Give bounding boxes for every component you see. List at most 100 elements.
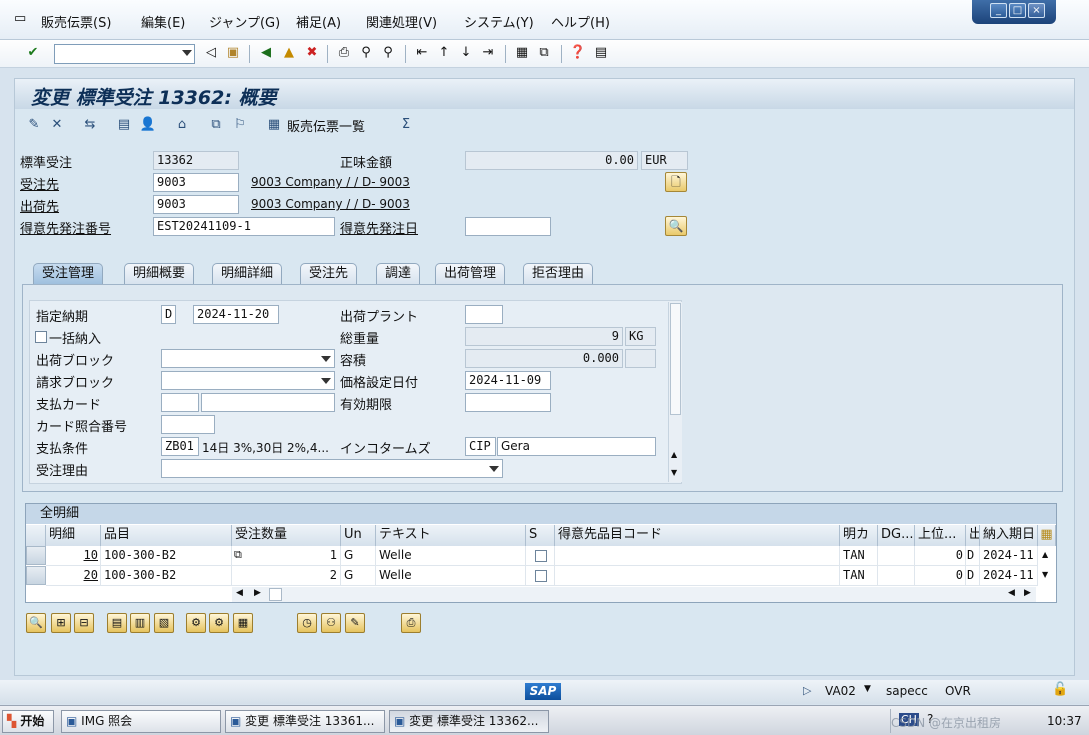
sold-to-name[interactable]: 9003 Company / / D- 9003 — [251, 175, 410, 189]
item-higher-level[interactable]: 0 — [915, 546, 966, 566]
document-flow-icon[interactable]: ⇆ — [81, 116, 99, 134]
req-deliv-date-field[interactable]: 2024-11-20 — [193, 305, 279, 324]
col-row-selector[interactable] — [26, 525, 46, 546]
last-page-icon[interactable]: ⇥ — [479, 44, 497, 62]
po-number-field[interactable]: EST20241109-1 — [153, 217, 335, 236]
item-number[interactable]: 20 — [46, 566, 101, 586]
lock-icon[interactable]: 🔓 — [1052, 682, 1068, 697]
item-deliv-date[interactable]: 2024-11 — [980, 566, 1038, 586]
partner-icon[interactable]: ⚇ — [321, 613, 341, 633]
req-deliv-date-type-field[interactable]: D — [161, 305, 176, 324]
header-icon[interactable]: ▤ — [115, 116, 133, 134]
po-date-field[interactable] — [465, 217, 551, 236]
sum-icon[interactable]: Σ — [397, 116, 415, 134]
tab-item-overview[interactable]: 明細概要 — [124, 263, 195, 284]
command-field[interactable] — [54, 44, 195, 64]
chevron-down-icon[interactable] — [321, 356, 331, 362]
menu-environment[interactable]: 関連処理(V) — [366, 12, 437, 31]
column-settings-icon[interactable]: ▦ — [1038, 525, 1056, 546]
save-icon[interactable]: ▣ — [224, 44, 242, 62]
col-quantity[interactable]: 受注数量 — [232, 525, 341, 546]
item-text[interactable]: Welle — [376, 546, 526, 566]
po-number-label[interactable]: 得意先発注番号 — [20, 218, 111, 237]
task-img[interactable]: ▣ IMG 照会 — [61, 710, 221, 733]
back-arrow-icon[interactable]: ◁ — [202, 44, 220, 62]
cancel-icon[interactable]: ✖ — [303, 44, 321, 62]
item-d[interactable]: D — [966, 546, 980, 566]
help-icon[interactable]: ❓ — [569, 44, 587, 62]
sales-docs-list-button[interactable]: 販売伝票一覧 — [287, 116, 365, 135]
item-dg[interactable] — [878, 566, 915, 586]
next-page-icon[interactable]: ↓ — [457, 44, 475, 62]
order-reason-select[interactable] — [161, 459, 503, 478]
document-icon[interactable]: 🗋 — [665, 172, 687, 192]
complete-delivery-checkbox[interactable] — [35, 331, 47, 343]
item-quantity[interactable]: 2 — [232, 566, 341, 586]
notes-icon[interactable]: ✎ — [345, 613, 365, 633]
col-higher-level[interactable]: 上位... — [915, 525, 966, 546]
menu-help[interactable]: ヘルプ(H) — [551, 12, 610, 31]
status-expand-icon[interactable]: ▷ — [803, 684, 811, 697]
enter-check-icon[interactable]: ✔ — [24, 44, 42, 62]
col-item-category[interactable]: 明カ — [840, 525, 878, 546]
task-order-13361[interactable]: ▣ 変更 標準受注 13361... — [225, 710, 385, 733]
tab-item-detail[interactable]: 明細詳細 — [212, 263, 283, 284]
tab-shipping[interactable]: 出荷管理 — [435, 263, 506, 284]
structure-icon[interactable]: ⚙ — [209, 613, 229, 633]
tab-reason-rejection[interactable]: 拒否理由 — [523, 263, 594, 284]
scroll-thumb[interactable] — [670, 303, 681, 415]
restore-button[interactable]: □ — [1009, 3, 1026, 18]
tab-ordering-party[interactable]: 受注先 — [300, 263, 358, 284]
task-order-13362[interactable]: ▣ 変更 標準受注 13362... — [389, 710, 549, 733]
pricing-date-field[interactable]: 2024-11-09 — [465, 371, 551, 390]
item-unit[interactable]: G — [341, 566, 376, 586]
row-selector[interactable] — [26, 546, 46, 565]
item-category[interactable]: TAN — [840, 546, 878, 566]
configure-icon[interactable]: ⚙ — [186, 613, 206, 633]
copy-icon[interactable]: ⧉ — [234, 548, 242, 562]
layout-icon[interactable]: ▤ — [592, 44, 610, 62]
ship-to-label[interactable]: 出荷先 — [20, 196, 59, 215]
item-quantity[interactable]: 1 — [232, 546, 341, 566]
item-number[interactable]: 10 — [46, 546, 101, 566]
scroll-right-icon[interactable]: ▶ — [1024, 588, 1031, 598]
valid-to-field[interactable] — [465, 393, 551, 412]
grid-scroll-up-icon[interactable]: ▲ — [1042, 550, 1048, 559]
delete-icon[interactable]: ✕ — [48, 116, 66, 134]
grid-scroll-down-icon[interactable]: ▼ — [1042, 570, 1048, 579]
tab-procurement[interactable]: 調達 — [376, 263, 421, 284]
close-button[interactable]: × — [1028, 3, 1045, 18]
tab-sales[interactable]: 受注管理 — [33, 263, 104, 284]
find-next-icon[interactable]: ⚲ — [379, 44, 397, 62]
item-s-checkbox[interactable] — [535, 550, 547, 562]
list-icon[interactable]: ▦ — [265, 116, 283, 134]
first-page-icon[interactable]: ⇤ — [413, 44, 431, 62]
minimize-button[interactable]: _ — [990, 3, 1007, 18]
menu-edit[interactable]: 編集(E) — [141, 12, 185, 31]
sold-to-label[interactable]: 受注先 — [20, 174, 59, 193]
col-deliv-date[interactable]: 納入期日 — [980, 525, 1038, 546]
reject-icon[interactable]: ⚐ — [231, 116, 249, 134]
row-selector[interactable] — [26, 566, 46, 585]
select-all-icon[interactable]: ▤ — [107, 613, 127, 633]
scroll-left-icon[interactable]: ◀ — [1008, 588, 1015, 598]
insert-mode[interactable]: OVR — [945, 684, 971, 698]
start-button[interactable]: ▚ 开始 — [2, 710, 54, 733]
col-item[interactable]: 明細 — [46, 525, 101, 546]
menu-icon[interactable]: ▭ — [14, 11, 26, 26]
delete-row-icon[interactable]: ⊟ — [74, 613, 94, 633]
col-d[interactable]: 出 — [966, 525, 980, 546]
transaction-code[interactable]: VA02 — [825, 684, 856, 698]
col-material[interactable]: 品目 — [101, 525, 232, 546]
scroll-down-icon[interactable]: ▼ — [671, 468, 677, 477]
incoterms-field[interactable]: CIP — [465, 437, 496, 456]
item-text[interactable]: Welle — [376, 566, 526, 586]
col-customer-material[interactable]: 得意先品目コード — [555, 525, 840, 546]
col-s[interactable]: S — [526, 525, 555, 546]
payment-card-number-field[interactable] — [201, 393, 335, 412]
item-higher-level[interactable]: 0 — [915, 566, 966, 586]
shortcut-icon[interactable]: ⧉ — [535, 44, 553, 62]
scroll-thumb[interactable] — [269, 588, 282, 601]
ship-to-field[interactable]: 9003 — [153, 195, 239, 214]
find-icon[interactable]: ⚲ — [357, 44, 375, 62]
